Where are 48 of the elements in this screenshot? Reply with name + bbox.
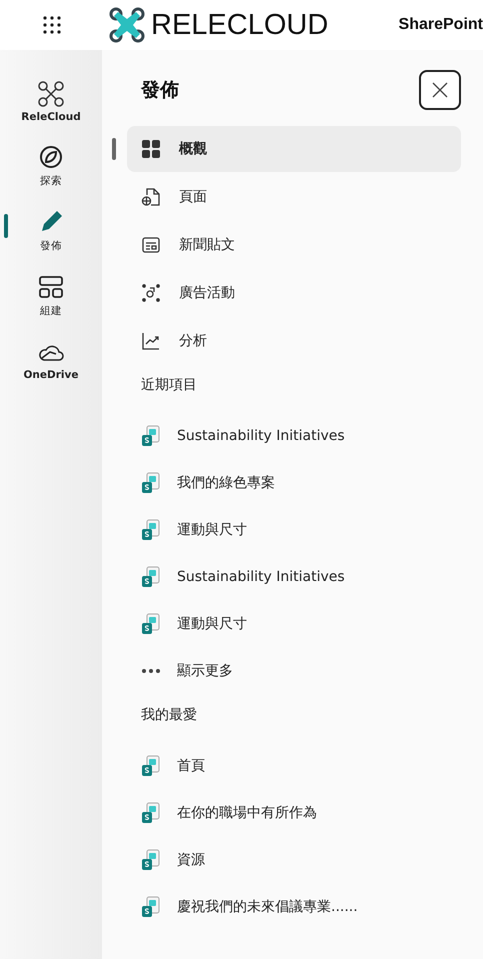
more-icon	[141, 668, 161, 674]
sharepoint-icon	[141, 566, 161, 588]
grid-icon	[141, 139, 161, 159]
globe-page-icon	[141, 187, 161, 207]
sharepoint-icon	[141, 612, 161, 634]
nav-item[interactable]: 概觀	[127, 126, 461, 172]
site-link[interactable]: 我們的綠色專案	[141, 459, 461, 506]
campaign-icon	[141, 283, 161, 303]
nav-item[interactable]: 分析	[127, 318, 461, 364]
drone-icon	[37, 80, 65, 108]
site-link[interactable]: 首頁	[141, 742, 461, 789]
nav-item[interactable]: 新聞貼文	[127, 222, 461, 268]
selection-indicator	[112, 138, 116, 160]
close-button[interactable]	[419, 70, 461, 110]
site-link[interactable]: 運動與尺寸	[141, 506, 461, 553]
logo-text: RELECLOUD	[151, 8, 328, 42]
site-link[interactable]: Sustainability Initiatives	[141, 553, 461, 600]
news-icon	[141, 235, 161, 255]
site-link[interactable]: 運動與尺寸	[141, 600, 461, 647]
product-name: SharePoint	[398, 16, 483, 34]
sharepoint-icon	[141, 754, 161, 776]
show-more-link[interactable]: 顯示更多	[141, 647, 461, 694]
sharepoint-icon	[141, 896, 161, 918]
compass-icon	[37, 143, 65, 171]
rail-item[interactable]: 探索	[6, 141, 96, 190]
sharepoint-icon	[141, 518, 161, 540]
site-link[interactable]: Sustainability Initiatives	[141, 412, 461, 459]
app-launcher-icon[interactable]	[43, 16, 61, 34]
nav-item[interactable]: 頁面	[127, 174, 461, 220]
sharepoint-icon	[141, 472, 161, 494]
sharepoint-icon	[141, 848, 161, 870]
section-title: 近期項目	[141, 376, 198, 395]
panel-title: 發佈	[141, 78, 179, 103]
close-icon	[432, 82, 448, 98]
sharepoint-icon	[141, 802, 161, 824]
rail-item[interactable]: OneDrive	[6, 336, 96, 383]
line-chart-icon	[141, 331, 161, 351]
rail-item[interactable]: ReleCloud	[6, 78, 96, 125]
drone-logo-icon	[109, 7, 145, 43]
section-title: 我的最愛	[141, 706, 198, 725]
layout-icon	[37, 273, 65, 301]
nav-item[interactable]: 廣告活動	[127, 270, 461, 316]
rail-item[interactable]: 發佈	[6, 206, 96, 255]
site-link[interactable]: 慶祝我們的未來倡議專業......	[141, 883, 461, 930]
rail-item[interactable]: 組建	[6, 271, 96, 320]
sharepoint-icon	[141, 424, 161, 446]
site-link[interactable]: 在你的職場中有所作為	[141, 789, 461, 836]
site-link[interactable]: 資源	[141, 836, 461, 883]
